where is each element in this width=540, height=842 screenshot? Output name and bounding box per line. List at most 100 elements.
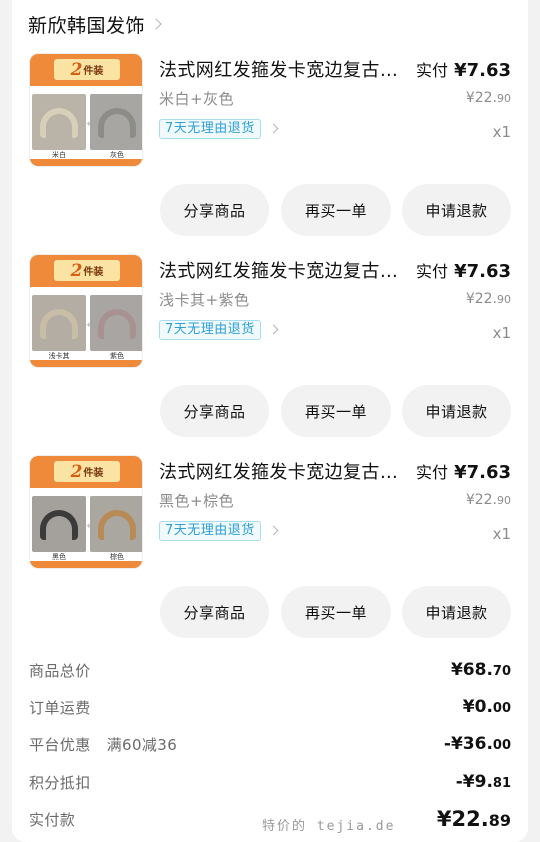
paid-amount: ¥7.63 xyxy=(454,462,511,483)
order-card: 新欣韩国发饰 2 件装 + 米白 灰色 法式网红发箍发卡宽边复古高颅顶头箍 实付… xyxy=(12,0,528,842)
bundle-count: 2 xyxy=(70,59,83,80)
variant-photo-a xyxy=(32,295,86,351)
refund-button[interactable]: 申请退款 xyxy=(402,184,511,236)
chevron-right-icon xyxy=(268,525,279,536)
paid-price: 实付 ¥7.63 xyxy=(416,57,511,81)
summary-value: ¥0.00 xyxy=(463,697,511,717)
paid-price: 实付 ¥7.63 xyxy=(416,459,511,483)
original-price: ¥22.90 xyxy=(466,492,511,508)
quantity: x1 xyxy=(492,525,511,543)
summary-value-decimal: 89 xyxy=(488,811,511,830)
bundle-text: 件装 xyxy=(83,66,104,77)
product-title[interactable]: 法式网红发箍发卡宽边复古高颅顶头箍 xyxy=(159,458,404,484)
summary-label: 商品总价 xyxy=(29,661,91,680)
chevron-right-icon xyxy=(150,18,162,30)
summary-value: ¥22.89 xyxy=(437,807,511,831)
bundle-badge: 2 件装 xyxy=(54,59,120,80)
order-item: 2 件装 + 黑色 棕色 法式网红发箍发卡宽边复古高颅顶头箍 实付 ¥7.63 … xyxy=(12,454,528,654)
summary-label: 积分抵扣 xyxy=(29,773,91,792)
summary-platform-discount: 平台优惠 满60减36 -¥36.00 xyxy=(29,731,511,757)
bundle-text: 件装 xyxy=(83,267,104,278)
variant-photo-a xyxy=(32,496,86,552)
original-price: ¥22.90 xyxy=(466,90,511,106)
buy-again-button[interactable]: 再买一单 xyxy=(281,586,391,638)
summary-label: 实付款 xyxy=(29,810,76,829)
share-button[interactable]: 分享商品 xyxy=(160,586,269,638)
summary-label: 平台优惠 满60减36 xyxy=(29,734,177,755)
summary-value-decimal: 70 xyxy=(492,664,511,679)
original-price-main: ¥22. xyxy=(465,291,497,307)
product-thumbnail[interactable]: 2 件装 + 黑色 棕色 xyxy=(29,455,143,569)
summary-goods-total: 商品总价 ¥68.70 xyxy=(29,657,511,683)
bundle-badge: 2 件装 xyxy=(54,260,120,281)
original-price-decimal: 90 xyxy=(497,92,511,105)
summary-value-main: ¥68. xyxy=(450,660,493,680)
variant-text: 黑色+棕色 xyxy=(159,492,235,510)
refund-button[interactable]: 申请退款 xyxy=(402,586,511,638)
variant-photo-b xyxy=(90,94,142,150)
summary-label-text: 平台优惠 xyxy=(29,735,91,754)
return-tag[interactable]: 7天无理由退货 xyxy=(159,520,261,541)
summary-label: 订单运费 xyxy=(29,698,91,717)
bundle-text: 件装 xyxy=(83,468,104,479)
paid-price: 实付 ¥7.63 xyxy=(416,258,511,282)
summary-value: -¥9.81 xyxy=(456,772,511,792)
quantity: x1 xyxy=(492,324,511,342)
watermark: 特价的 tejia.de xyxy=(262,819,396,834)
thumbnail-footer xyxy=(30,360,142,367)
summary-points: 积分抵扣 -¥9.81 xyxy=(29,769,511,795)
return-policy[interactable]: 7天无理由退货 xyxy=(159,118,279,139)
thumbnail-footer xyxy=(30,159,142,166)
bundle-count: 2 xyxy=(70,461,83,482)
return-tag[interactable]: 7天无理由退货 xyxy=(159,319,261,340)
product-title[interactable]: 法式网红发箍发卡宽边复古高颅顶头箍 xyxy=(159,257,404,283)
original-price-main: ¥22. xyxy=(465,492,497,508)
original-price: ¥22.90 xyxy=(466,291,511,307)
variant-text: 浅卡其+紫色 xyxy=(159,291,250,309)
summary-value: ¥68.70 xyxy=(451,660,511,680)
variant-photo-b xyxy=(90,496,142,552)
return-policy[interactable]: 7天无理由退货 xyxy=(159,520,279,541)
paid-amount: ¥7.63 xyxy=(454,60,511,81)
promo-rule: 满60减36 xyxy=(106,735,178,754)
refund-button[interactable]: 申请退款 xyxy=(402,385,511,437)
summary-value-decimal: 81 xyxy=(492,776,511,791)
summary-value-main: ¥22. xyxy=(436,807,489,831)
return-tag[interactable]: 7天无理由退货 xyxy=(159,118,261,139)
summary-value-main: -¥36. xyxy=(443,734,493,754)
quantity: x1 xyxy=(492,123,511,141)
summary-value-main: ¥0. xyxy=(462,697,493,717)
original-price-main: ¥22. xyxy=(465,90,497,106)
variant-text: 米白+灰色 xyxy=(159,90,235,108)
original-price-decimal: 90 xyxy=(497,293,511,306)
summary-value: -¥36.00 xyxy=(444,734,511,754)
order-item: 2 件装 + 米白 灰色 法式网红发箍发卡宽边复古高颅顶头箍 实付 ¥7.63 … xyxy=(12,52,528,252)
chevron-right-icon xyxy=(268,123,279,134)
product-title[interactable]: 法式网红发箍发卡宽边复古高颅顶头箍 xyxy=(159,56,404,82)
share-button[interactable]: 分享商品 xyxy=(160,184,269,236)
bundle-count: 2 xyxy=(70,260,83,281)
share-button[interactable]: 分享商品 xyxy=(160,385,269,437)
summary-value-decimal: 00 xyxy=(492,701,511,716)
paid-amount: ¥7.63 xyxy=(454,261,511,282)
original-price-decimal: 90 xyxy=(497,494,511,507)
buy-again-button[interactable]: 再买一单 xyxy=(281,385,391,437)
store-name[interactable]: 新欣韩国发饰 xyxy=(28,11,145,38)
summary-value-decimal: 00 xyxy=(492,738,511,753)
summary-value-main: -¥9. xyxy=(455,772,493,792)
variant-photo-b xyxy=(90,295,142,351)
summary-shipping: 订单运费 ¥0.00 xyxy=(29,694,511,720)
variant-photo-a xyxy=(32,94,86,150)
product-thumbnail[interactable]: 2 件装 + 米白 灰色 xyxy=(29,53,143,167)
thumbnail-footer xyxy=(30,561,142,568)
bundle-badge: 2 件装 xyxy=(54,461,120,482)
return-policy[interactable]: 7天无理由退货 xyxy=(159,319,279,340)
paid-label: 实付 xyxy=(416,262,449,281)
chevron-right-icon xyxy=(268,324,279,335)
paid-label: 实付 xyxy=(416,61,449,80)
order-item: 2 件装 + 浅卡其 紫色 法式网红发箍发卡宽边复古高颅顶头箍 实付 ¥7.63… xyxy=(12,253,528,453)
paid-label: 实付 xyxy=(416,463,449,482)
buy-again-button[interactable]: 再买一单 xyxy=(281,184,391,236)
store-header[interactable]: 新欣韩国发饰 xyxy=(28,9,162,39)
product-thumbnail[interactable]: 2 件装 + 浅卡其 紫色 xyxy=(29,254,143,368)
